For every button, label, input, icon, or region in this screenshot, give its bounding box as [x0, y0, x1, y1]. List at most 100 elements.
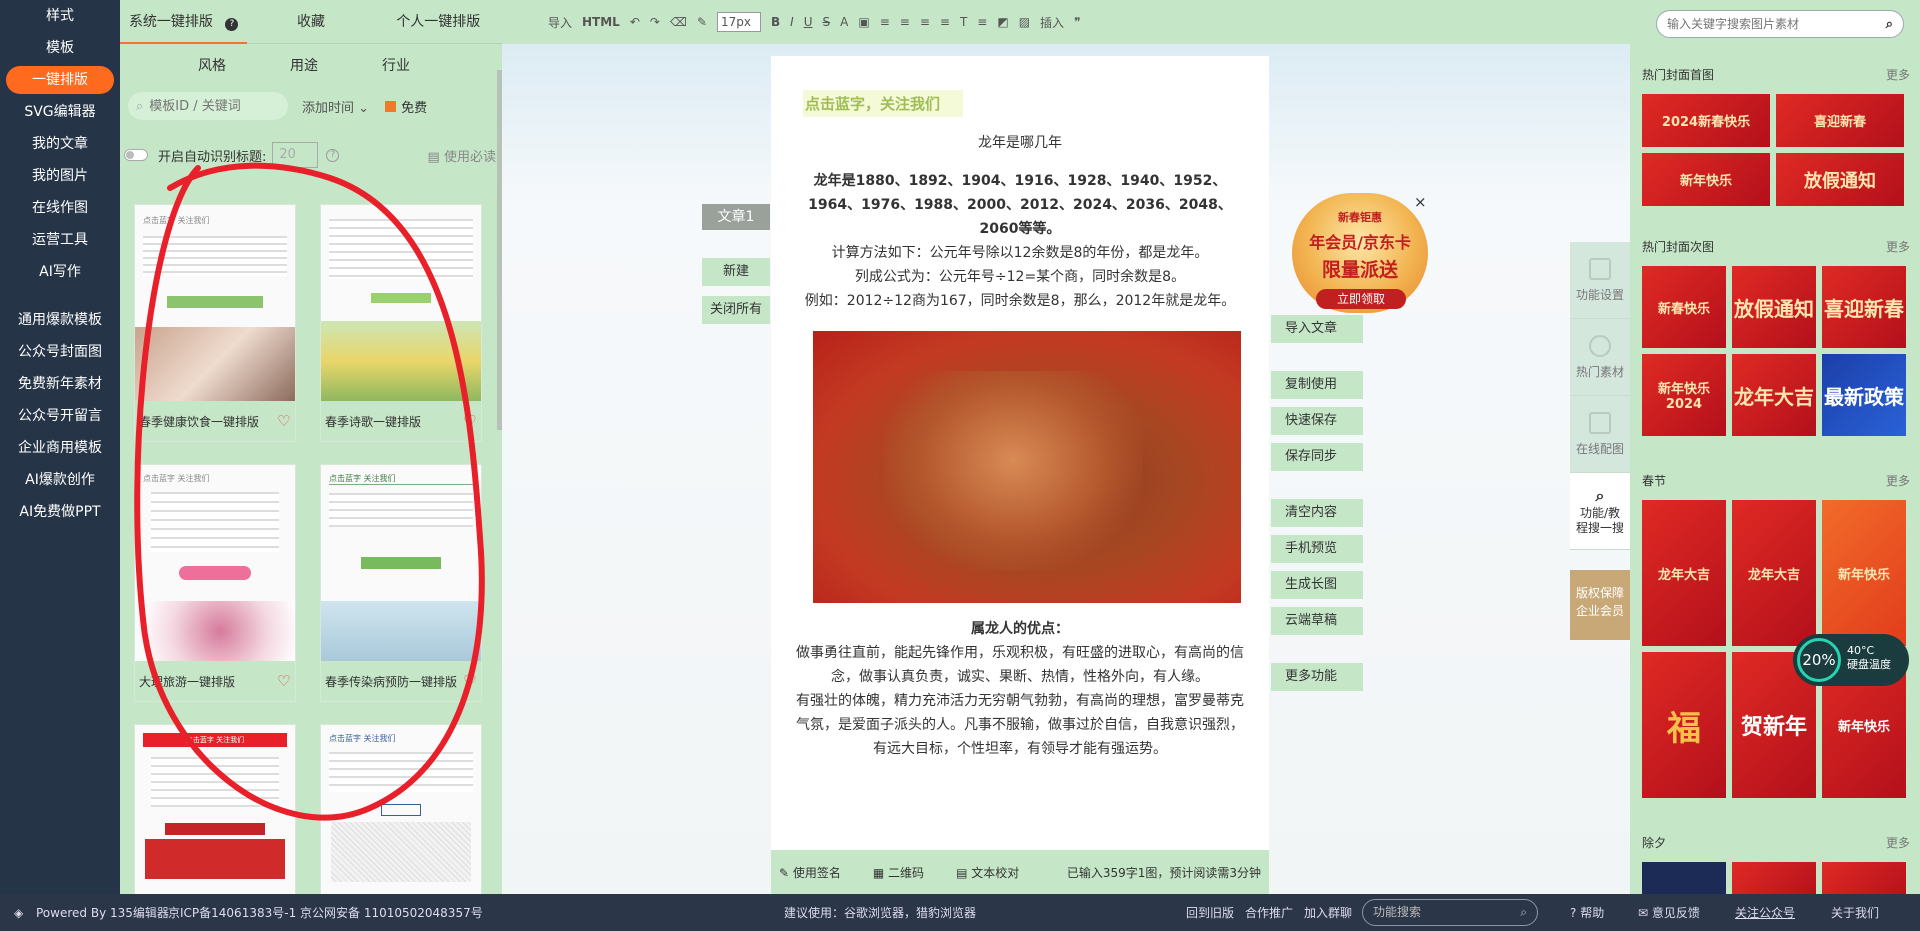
- material-thumb[interactable]: 最新政策: [1822, 354, 1906, 436]
- auto-title-input[interactable]: 20: [272, 142, 319, 168]
- material-thumb[interactable]: 放假通知: [1732, 266, 1816, 348]
- heart-icon[interactable]: ♡: [277, 674, 291, 689]
- disk-temperature-widget[interactable]: 20% 40°C 硬盘温度: [1793, 634, 1909, 686]
- material-thumb[interactable]: [1822, 862, 1906, 894]
- save-sync-button[interactable]: 保存同步: [1271, 443, 1363, 471]
- indent-icon[interactable]: ≡: [900, 15, 910, 29]
- quote-icon[interactable]: ❞: [1074, 15, 1080, 29]
- line-height-icon[interactable]: ≡: [940, 15, 950, 29]
- close-icon[interactable]: ×: [1414, 193, 1427, 211]
- long-image-button[interactable]: 生成长图: [1271, 571, 1363, 599]
- spacing-icon[interactable]: ≡: [920, 15, 930, 29]
- nav-style[interactable]: 样式: [0, 0, 120, 32]
- bold-icon[interactable]: B: [771, 15, 780, 29]
- background-color-icon[interactable]: ▣: [858, 15, 869, 29]
- new-article-button[interactable]: 新建: [702, 258, 770, 286]
- mobile-preview-button[interactable]: 手机预览: [1271, 535, 1363, 563]
- material-thumb[interactable]: 龙年大吉: [1642, 500, 1726, 646]
- online-image-button[interactable]: 在线配图: [1570, 396, 1630, 473]
- search-icon[interactable]: ⌕: [1886, 17, 1893, 32]
- material-thumb[interactable]: 新年快乐: [1642, 153, 1770, 206]
- article-document[interactable]: 点击蓝字，关注我们 龙年是哪几年 龙年是1880、1892、1904、1916、…: [771, 56, 1269, 894]
- material-thumb[interactable]: 新年快乐: [1822, 500, 1906, 646]
- underline-icon[interactable]: U: [804, 15, 813, 29]
- nav-ai-writing[interactable]: AI写作: [0, 256, 120, 288]
- image-icon[interactable]: ▨: [1019, 15, 1030, 29]
- nav-my-images[interactable]: 我的图片: [0, 160, 120, 192]
- nav-my-articles[interactable]: 我的文章: [0, 128, 120, 160]
- help-icon[interactable]: ?: [225, 17, 239, 31]
- nav-svg-editor[interactable]: SVG编辑器: [0, 96, 120, 128]
- tab-personal-layout[interactable]: 个人一键排版: [375, 0, 502, 44]
- material-thumb[interactable]: 龙年大吉: [1732, 500, 1816, 646]
- follow-account-link[interactable]: 关注公众号: [1735, 904, 1795, 921]
- more-link[interactable]: 更多: [1886, 238, 1910, 256]
- html-button[interactable]: HTML: [582, 15, 620, 29]
- cloud-draft-button[interactable]: 云端草稿: [1271, 607, 1363, 635]
- powered-by[interactable]: Powered By 135编辑器: [36, 904, 169, 921]
- material-thumb[interactable]: 龙年大吉: [1732, 354, 1816, 436]
- import-article-button[interactable]: 导入文章: [1271, 315, 1363, 343]
- quick-save-button[interactable]: 快速保存: [1271, 407, 1363, 435]
- heart-icon[interactable]: ♡: [277, 414, 291, 429]
- proofread-button[interactable]: ▤ 文本校对: [956, 864, 1035, 881]
- old-version-link[interactable]: 回到旧版: [1186, 904, 1234, 921]
- about-link[interactable]: 关于我们: [1831, 904, 1879, 921]
- subtab-usage[interactable]: 用途: [258, 55, 350, 75]
- template-card[interactable]: 点击蓝字 关注我们 大理旅游一键排版 ♡: [134, 464, 296, 702]
- feature-settings-button[interactable]: 功能设置: [1570, 242, 1630, 319]
- nav-open-comments[interactable]: 公众号开留言: [0, 400, 120, 432]
- nav-hot-templates[interactable]: 通用爆款模板: [0, 304, 120, 336]
- format-painter-icon[interactable]: ✎: [697, 15, 707, 29]
- insert-button[interactable]: 插入: [1040, 14, 1064, 31]
- article-tab[interactable]: 文章1: [702, 204, 770, 230]
- tab-system-layout[interactable]: 系统一键排版 ?: [120, 0, 248, 44]
- promo-badge[interactable]: 新春钜惠 年会员/京东卡 限量派送 立即领取 ×: [1282, 179, 1430, 319]
- more-link[interactable]: 更多: [1886, 472, 1910, 490]
- edit-image-icon[interactable]: ◩: [997, 15, 1008, 29]
- template-card[interactable]: 点击蓝字 关注我们 春季传染病预防一键排版 ♡: [320, 464, 482, 702]
- free-filter[interactable]: 免费: [385, 97, 427, 116]
- font-color-icon[interactable]: A: [840, 15, 848, 29]
- template-card[interactable]: 点击蓝字 关注我们 春季健康饮食一键排版 ♡: [134, 204, 296, 442]
- eraser-icon[interactable]: ⌫: [670, 15, 687, 29]
- material-thumb[interactable]: 喜迎新春: [1822, 266, 1906, 348]
- cooperation-link[interactable]: 合作推广: [1245, 904, 1293, 921]
- nav-ai-creation[interactable]: AI爆款创作: [0, 464, 120, 496]
- import-button[interactable]: 导入: [548, 14, 572, 31]
- material-thumb[interactable]: 福: [1642, 652, 1726, 798]
- subtab-style[interactable]: 风格: [166, 55, 258, 75]
- promo-claim-button[interactable]: 立即领取: [1316, 289, 1406, 309]
- feature-search-input[interactable]: 功能搜索 ⌕: [1362, 899, 1538, 926]
- signature-button[interactable]: ✎ 使用签名: [779, 864, 857, 881]
- auto-title-toggle[interactable]: [124, 149, 148, 161]
- nav-cover-images[interactable]: 公众号封面图: [0, 336, 120, 368]
- article-photo[interactable]: [813, 331, 1241, 603]
- join-group-link[interactable]: 加入群聊: [1304, 904, 1352, 921]
- nav-one-click-layout[interactable]: 一键排版: [6, 66, 114, 94]
- nav-newyear-material[interactable]: 免费新年素材: [0, 368, 120, 400]
- material-thumb[interactable]: [1732, 862, 1816, 894]
- material-thumb[interactable]: 喜迎新春: [1776, 94, 1904, 147]
- align-icon[interactable]: ≡: [880, 15, 890, 29]
- help-icon[interactable]: ?: [326, 148, 340, 162]
- paragraph-icon[interactable]: ≡: [977, 15, 987, 29]
- search-tutorial-button[interactable]: ⌕ 功能/教程搜一搜: [1570, 473, 1630, 550]
- sort-dropdown[interactable]: 添加时间 ⌄: [302, 97, 369, 116]
- text-size-icon[interactable]: T: [960, 15, 967, 29]
- subtab-industry[interactable]: 行业: [350, 55, 442, 75]
- material-thumb[interactable]: [1642, 862, 1726, 894]
- feedback-link[interactable]: ✉ 意见反馈: [1638, 904, 1700, 921]
- material-thumb[interactable]: 2024新春快乐: [1642, 94, 1770, 147]
- strikethrough-icon[interactable]: S: [823, 15, 831, 29]
- template-card[interactable]: 点击蓝字 关注我们: [134, 724, 296, 894]
- copyright-badge[interactable]: 版权保障 企业会员: [1570, 570, 1630, 640]
- material-thumb[interactable]: 新春快乐: [1642, 266, 1726, 348]
- italic-icon[interactable]: I: [790, 15, 794, 29]
- heart-icon[interactable]: ♡: [463, 414, 477, 429]
- nav-ops-tools[interactable]: 运营工具: [0, 224, 120, 256]
- more-link[interactable]: 更多: [1886, 66, 1910, 84]
- template-search-input[interactable]: [149, 98, 270, 114]
- qrcode-button[interactable]: ▦ 二维码: [873, 864, 940, 881]
- close-all-button[interactable]: 关闭所有: [702, 296, 770, 324]
